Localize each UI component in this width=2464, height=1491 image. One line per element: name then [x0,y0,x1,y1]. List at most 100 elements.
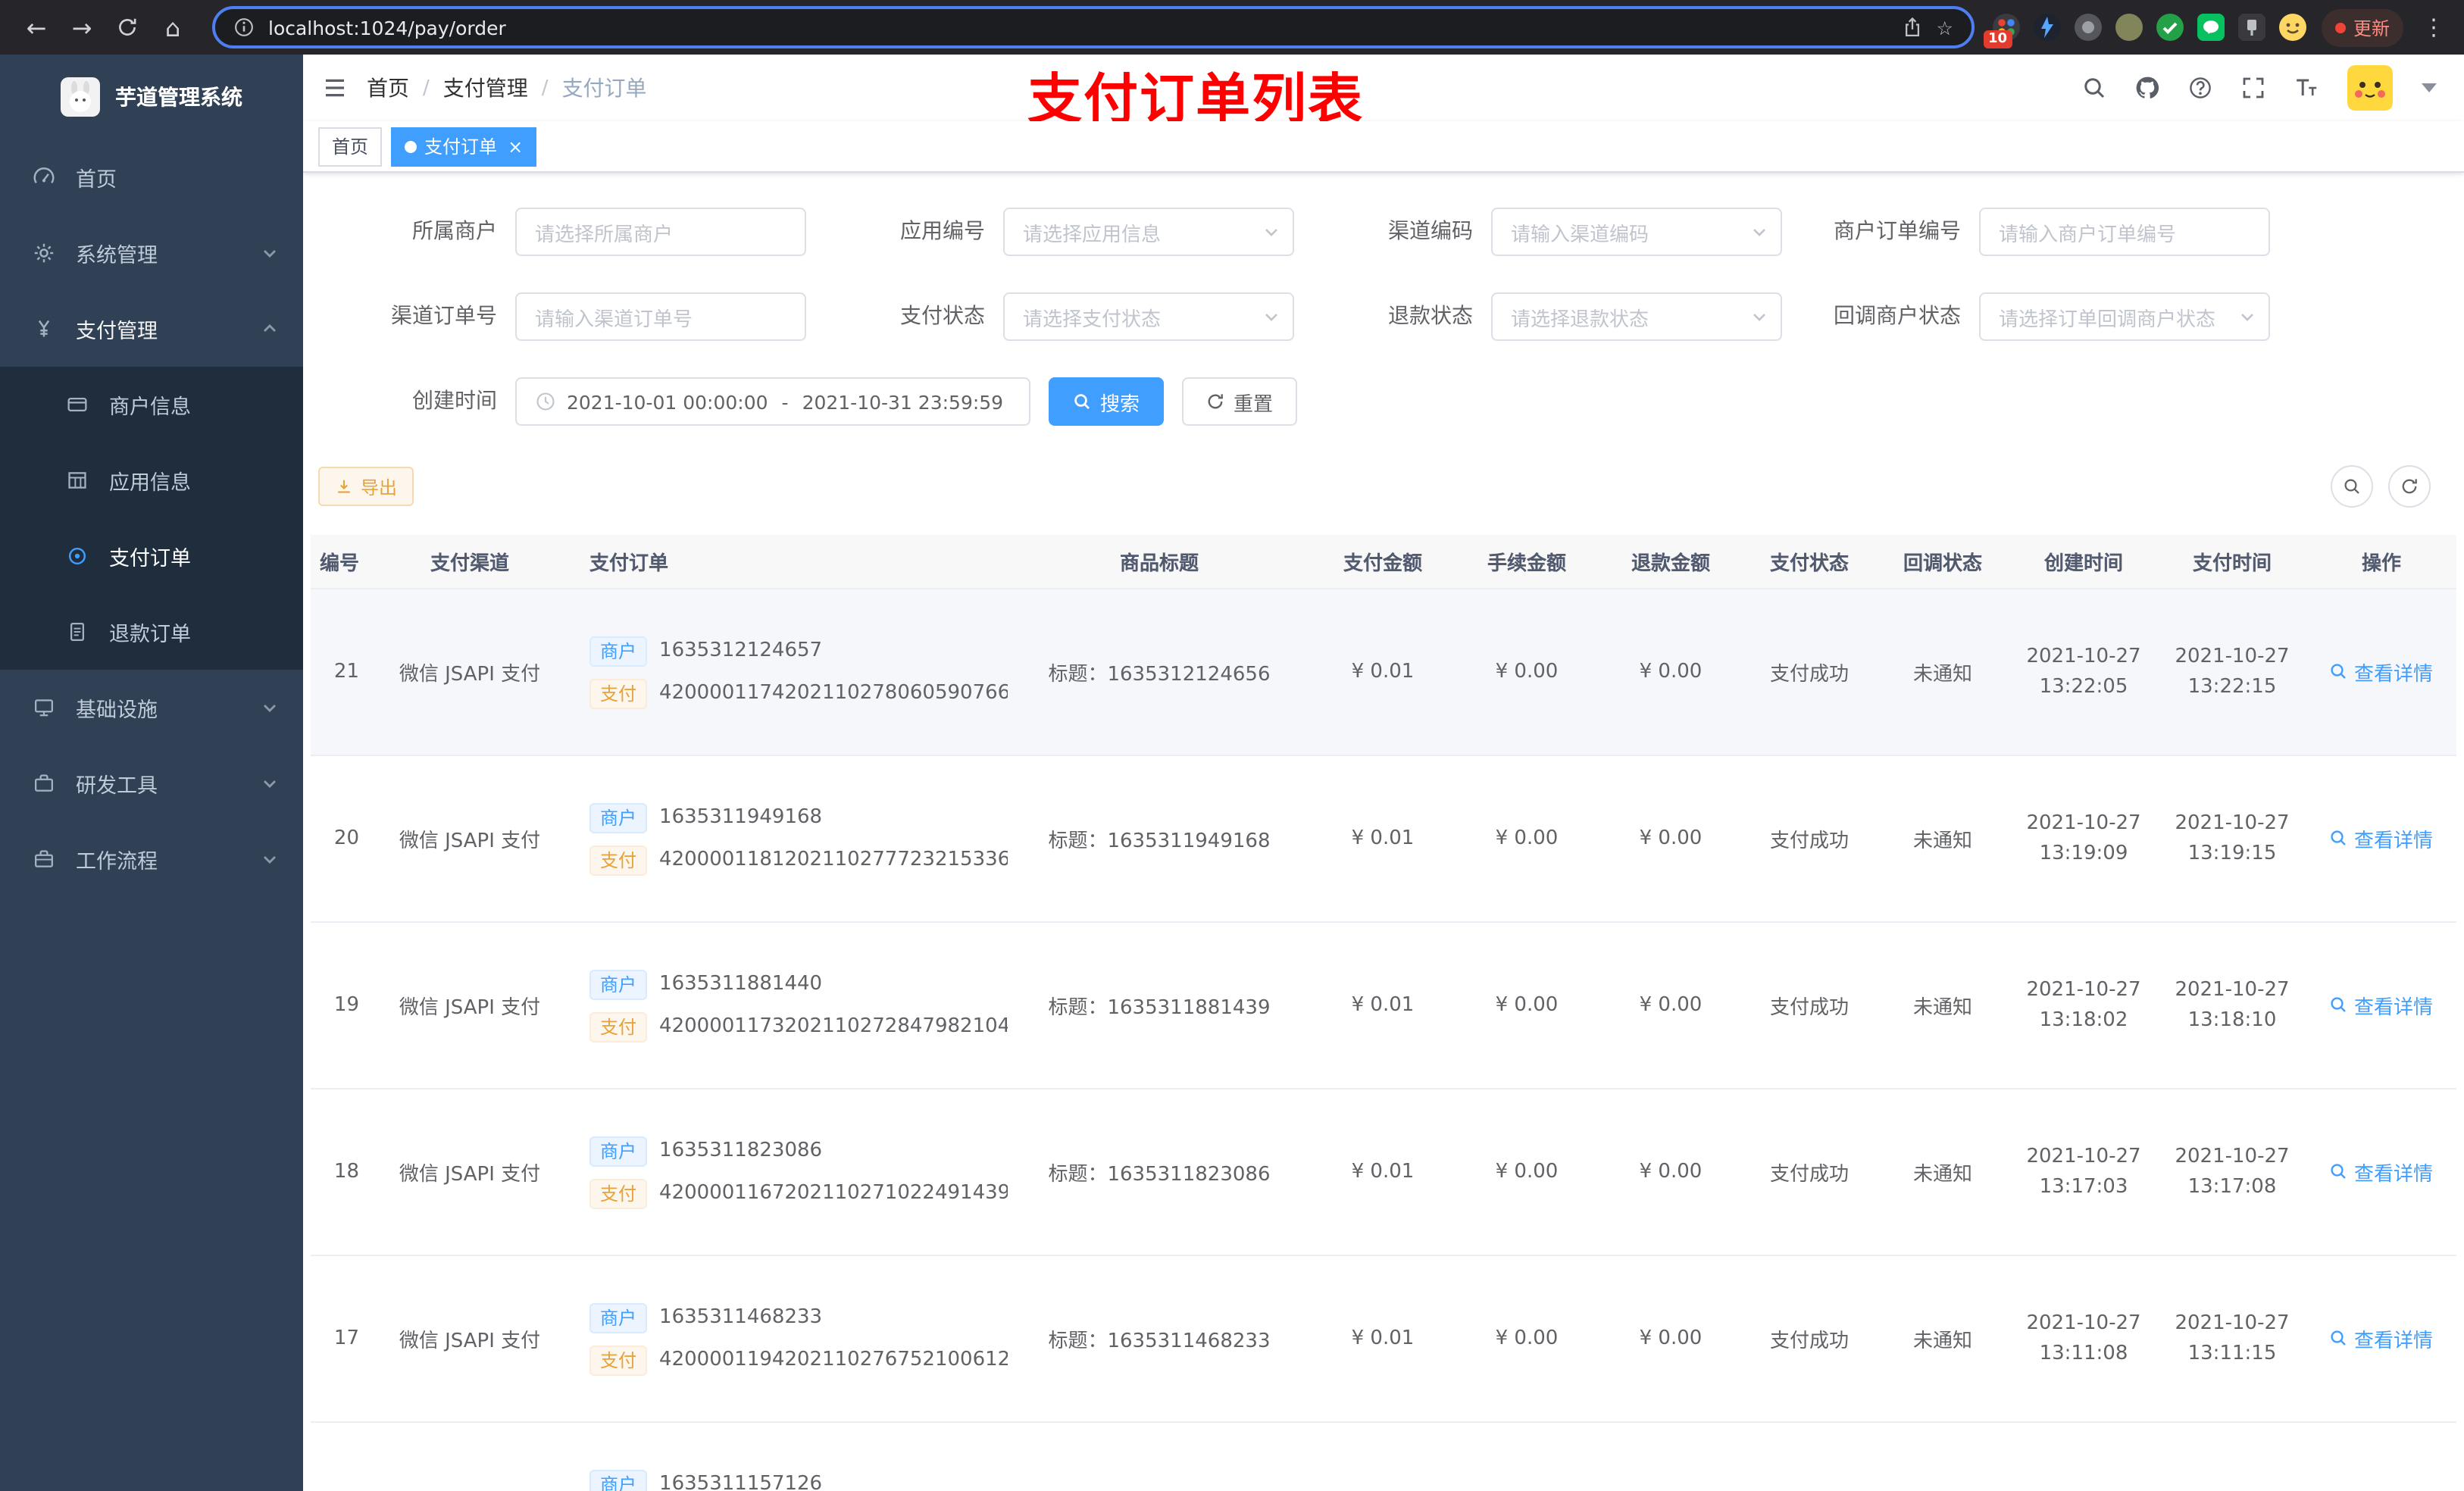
sidebar-item-dev-tools[interactable]: 研发工具 [0,746,303,821]
sidebar-item-system[interactable]: 系统管理 [0,215,303,291]
create-time-range-picker[interactable]: 2021-10-01 00:00:00 - 2021-10-31 23:59:5… [515,377,1030,426]
site-info-icon[interactable] [233,17,255,38]
help-icon[interactable] [2188,76,2212,100]
col-header-status: 支付状态 [1769,553,1849,576]
table-row[interactable]: 17 微信 JSAPI 支付 商户 1635311468233 支付 42000… [311,1256,2456,1423]
search-icon[interactable] [2082,76,2106,100]
pay-status-select[interactable]: 请选择支付状态 [1003,292,1294,341]
table-row[interactable]: 18 微信 JSAPI 支付 商户 1635311823086 支付 42000… [311,1089,2456,1256]
channel-code-select[interactable]: 请输入渠道编码 [1491,208,1782,256]
collapse-menu-icon[interactable] [303,55,367,121]
channel-order-no: 4200001173202110272847982104 [659,1015,1008,1038]
order-id: 21 [333,661,359,683]
pay-channel: 微信 JSAPI 支付 [399,1330,541,1353]
fee-amount: ¥ 0.00 [1495,1327,1559,1350]
date-end-value[interactable]: 2021-10-31 23:59:59 [802,390,1004,413]
table-row[interactable]: 19 微信 JSAPI 支付 商户 1635311881440 支付 42000… [311,923,2456,1089]
extension-icon-pin[interactable] [2237,14,2265,41]
search-button[interactable]: 搜索 [1049,377,1165,426]
browser-reload-icon[interactable] [106,6,149,48]
sidebar-item-label: 支付管理 [76,320,158,344]
share-icon[interactable] [1902,17,1923,38]
app-select[interactable]: 请选择应用信息 [1003,208,1294,256]
refund-amount: ¥ 0.00 [1639,827,1703,850]
view-detail-link[interactable]: 查看详情 [2330,1324,2433,1353]
sidebar-item-pay-order[interactable]: 支付订单 [0,518,303,594]
pay-tag: 支付 [589,1178,648,1208]
browser-back-icon[interactable]: ← [15,6,58,48]
main-area: 首页 / 支付管理 / 支付订单 支付订单列表 首页 支付订单 × 所属商户 请… [303,55,2464,1491]
url-text[interactable]: localhost:1024/pay/order [268,16,1888,39]
export-button[interactable]: 导出 [318,467,414,506]
sidebar-item-label: 工作流程 [76,850,158,874]
address-bar[interactable]: localhost:1024/pay/order ☆ [212,6,1975,48]
chevron-down-icon [261,699,279,717]
merchant-order-line: 商户 1635311468233 [589,1302,822,1333]
user-avatar[interactable] [2347,65,2393,111]
fullscreen-icon[interactable] [2241,76,2265,100]
col-header-action: 操作 [2361,553,2401,576]
date-separator: - [781,390,789,413]
sidebar-item-pay[interactable]: 支付管理 [0,291,303,367]
view-detail-link[interactable]: 查看详情 [2330,658,2433,686]
extension-icon-chat[interactable] [2197,14,2225,41]
browser-profile-avatar[interactable] [2278,14,2306,41]
orders-table: 编号 支付渠道 支付订单 商品标题 支付金额 手续金额 退款金额 支付状态 回调… [311,535,2456,1491]
chevron-down-icon [1262,223,1280,241]
refund-status-select[interactable]: 请选择退款状态 [1491,292,1782,341]
reset-button[interactable]: 重置 [1182,377,1298,426]
extension-icon-palette[interactable]: 10 [1983,14,2020,48]
close-icon[interactable]: × [508,136,523,157]
avatar-caret-icon[interactable] [2422,83,2437,92]
action-cell: 查看详情 [2306,1158,2456,1187]
notify-status-select[interactable]: 请选择订单回调商户状态 [1979,292,2270,341]
sidebar-item-merchant-info[interactable]: 商户信息 [0,367,303,442]
clock-icon [535,391,556,412]
browser-menu-icon[interactable]: ⋮ [2419,14,2449,41]
view-detail-link[interactable]: 查看详情 [2330,1158,2433,1186]
sidebar-item-home[interactable]: 首页 [0,139,303,215]
toggle-search-icon[interactable] [2331,465,2373,508]
pay-order-line: 支付 4200001173202110272847982104 [589,1011,1008,1042]
browser-forward-icon[interactable]: → [61,6,103,48]
sidebar-item-app-info[interactable]: 应用信息 [0,442,303,518]
view-detail-link[interactable]: 查看详情 [2330,824,2433,853]
tab-pay-order[interactable]: 支付订单 × [391,127,537,166]
extension-icon-olive[interactable] [2115,14,2143,41]
merchant-order-line: 商户 1635312124657 [589,636,822,666]
chevron-up-icon [261,320,279,338]
action-cell: 查看详情 [2306,991,2456,1021]
app-logo[interactable]: 芋道管理系统 [0,55,303,139]
github-icon[interactable] [2135,76,2159,100]
sidebar-item-infra[interactable]: 基础设施 [0,670,303,746]
table-row[interactable]: 21 微信 JSAPI 支付 商户 1635312124657 支付 42000… [311,589,2456,756]
pay-time: 2021-10-27 13:18:10 [2175,978,2290,1031]
pay-tag: 支付 [589,1345,648,1375]
tab-home[interactable]: 首页 [318,127,383,166]
merchant-input[interactable]: 请选择所属商户 [515,208,806,256]
bookmark-star-icon[interactable]: ☆ [1937,16,1953,39]
browser-home-icon[interactable]: ⌂ [152,6,194,48]
table-row[interactable]: 20 微信 JSAPI 支付 商户 1635311949168 支付 42000… [311,756,2456,923]
product-title: 标题：1635311881439 [1048,997,1271,1020]
view-detail-link[interactable]: 查看详情 [2330,991,2433,1020]
breadcrumb-home[interactable]: 首页 [367,73,409,103]
product-title: 标题：1635311468233 [1048,1330,1271,1353]
merchant-order-line: 商户 1635311949168 [589,802,822,833]
extension-icon-green-check[interactable] [2156,14,2184,41]
channel-order-no-input[interactable]: 请输入渠道订单号 [515,292,806,341]
refresh-icon[interactable] [2388,465,2431,508]
breadcrumb-section[interactable]: 支付管理 [443,73,528,103]
extension-icon-blue-spark[interactable] [2033,14,2061,41]
pay-amount: ¥ 0.01 [1351,827,1415,850]
table-row[interactable]: 商户 1635311157126 [311,1423,2456,1491]
date-start-value[interactable]: 2021-10-01 00:00:00 [567,390,768,413]
sidebar-menu: 首页 系统管理 支付管理 商户信息 应用信息 支付订单 退款订单 基础设施 研发… [0,139,303,897]
sidebar-item-workflow[interactable]: 工作流程 [0,821,303,897]
pay-time: 2021-10-27 13:11:15 [2175,1311,2290,1364]
merchant-order-no-input[interactable]: 请输入商户订单编号 [1979,208,2270,256]
browser-update-button[interactable]: 更新 [2321,8,2403,46]
sidebar-item-refund-order[interactable]: 退款订单 [0,594,303,670]
extension-icon-gray[interactable] [2074,14,2102,41]
font-size-icon[interactable] [2294,76,2319,100]
